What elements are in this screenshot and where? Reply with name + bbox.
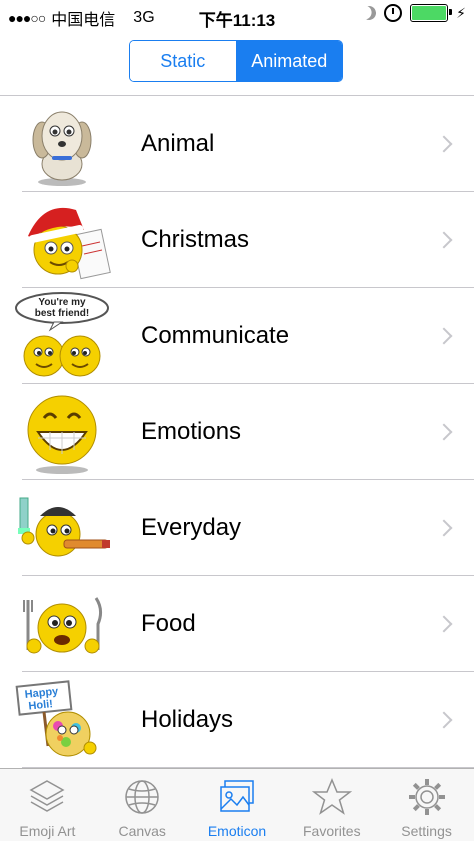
- category-label: Everyday: [141, 514, 242, 541]
- category-row-everyday[interactable]: Everyday: [0, 480, 474, 576]
- category-row-holidays[interactable]: Happy Holi! Holidays: [0, 672, 474, 768]
- hungry-smiley-icon: [23, 597, 103, 654]
- tab-label: Settings: [401, 823, 452, 839]
- tab-bar: Emoji Art Canvas Emoticon Favorites Sett…: [0, 768, 474, 841]
- grinning-smiley-icon: [27, 395, 97, 474]
- static-animated-segmented-control: Static Animated: [129, 40, 343, 82]
- chevron-right-icon: [435, 423, 453, 441]
- category-row-christmas[interactable]: Christmas: [0, 192, 474, 288]
- status-right: ⚡: [362, 4, 466, 22]
- status-bar: ●●●○○ 中国电信 3G 下午11:13 ⚡: [0, 0, 474, 32]
- alarm-clock-icon: [384, 4, 403, 22]
- dog-icon: [32, 111, 92, 186]
- tab-settings[interactable]: Settings: [379, 769, 474, 841]
- speech-bubble-line-2: best friend!: [35, 308, 89, 319]
- chevron-right-icon: [435, 615, 453, 633]
- tab-label: Emoticon: [207, 823, 267, 839]
- speech-bubble-line-1: You're my: [38, 297, 86, 308]
- chevron-right-icon: [435, 135, 453, 153]
- category-row-communicate[interactable]: You're my best friend! Communicate: [0, 288, 474, 384]
- picture-icon: [220, 780, 254, 812]
- santa-smiley-icon: [16, 207, 111, 280]
- category-label: Christmas: [141, 226, 250, 253]
- category-list: Animal Christmas You're my best friend!: [0, 96, 474, 768]
- segment-static[interactable]: Static: [130, 41, 236, 81]
- layers-icon: [29, 780, 65, 812]
- tab-label: Canvas: [118, 823, 166, 839]
- star-icon: [311, 778, 352, 815]
- gear-icon: [408, 779, 445, 815]
- chevron-right-icon: [435, 519, 453, 537]
- tab-label: Favorites: [303, 823, 361, 839]
- category-row-food[interactable]: Food: [0, 576, 474, 672]
- battery-icon: [410, 4, 453, 22]
- category-row-emotions[interactable]: Emotions: [0, 384, 474, 480]
- sign-line-2: Holi!: [28, 698, 54, 712]
- category-row-animal[interactable]: Animal: [0, 96, 474, 192]
- tab-favorites[interactable]: Favorites: [284, 769, 379, 841]
- chevron-right-icon: [435, 327, 453, 345]
- do-not-disturb-moon-icon: [360, 4, 378, 22]
- category-label: Holidays: [141, 706, 234, 733]
- tab-emoji-art[interactable]: Emoji Art: [0, 769, 95, 841]
- chevron-right-icon: [435, 711, 453, 729]
- category-label: Animal: [141, 130, 215, 157]
- category-label: Communicate: [141, 322, 290, 349]
- holi-smiley-icon: Happy Holi!: [15, 680, 97, 757]
- best-friends-smiley-icon: You're my best friend!: [15, 292, 109, 377]
- tab-canvas[interactable]: Canvas: [95, 769, 190, 841]
- globe-icon: [125, 780, 159, 814]
- category-label: Emotions: [141, 418, 242, 445]
- tab-label: Emoji Art: [19, 823, 76, 839]
- category-label: Food: [141, 610, 196, 637]
- charging-bolt-icon: ⚡: [456, 4, 466, 21]
- tab-emoticon[interactable]: Emoticon: [190, 769, 285, 841]
- segment-animated[interactable]: Animated: [235, 41, 342, 81]
- chevron-right-icon: [435, 231, 453, 249]
- party-smiley-icon: [18, 497, 110, 557]
